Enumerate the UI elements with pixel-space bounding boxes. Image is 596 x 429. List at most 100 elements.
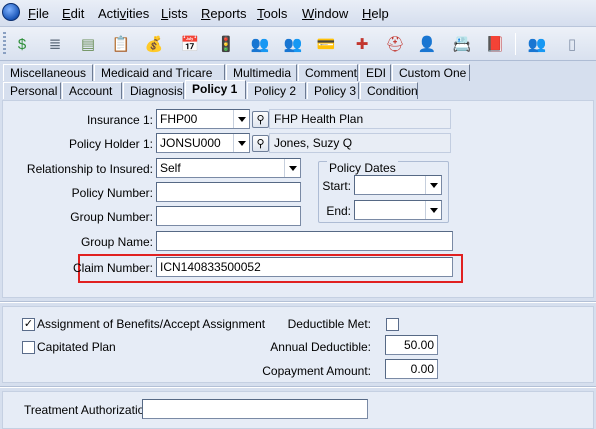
document-stack-icon[interactable]: ≣	[43, 32, 67, 56]
group-number-field[interactable]	[156, 206, 301, 226]
policy-number-label: Policy Number:	[71, 186, 153, 200]
chevron-down-icon	[429, 207, 438, 213]
toolbar-separator	[515, 33, 516, 55]
relationship-select[interactable]: Self	[156, 158, 301, 178]
menu-text: elp	[371, 6, 389, 21]
search-icon: ⚲	[256, 138, 265, 150]
menu-tools[interactable]: Tools	[257, 6, 287, 21]
calendar-icon[interactable]: 📅	[178, 32, 202, 56]
traffic-light-icon[interactable]: 🚦	[214, 32, 238, 56]
money-icon[interactable]: $	[10, 32, 34, 56]
menu-activities[interactable]: Activities	[98, 6, 149, 21]
section-divider	[0, 301, 596, 303]
search-icon: ⚲	[256, 114, 265, 126]
menu-accelerator: F	[28, 6, 36, 21]
doctor-icon[interactable]: 👤	[415, 32, 439, 56]
relationship-dropdown-button[interactable]	[284, 159, 300, 177]
tab-policy-2[interactable]: Policy 2	[247, 82, 306, 99]
tab-medicaid-and-tricare[interactable]: Medicaid and Tricare	[94, 64, 225, 81]
menu-text: dit	[70, 6, 85, 21]
capitated-label: Capitated Plan	[37, 340, 116, 354]
menu-file[interactable]: File	[28, 6, 49, 21]
insurance-label: Insurance 1:	[86, 113, 153, 127]
group-name-field[interactable]	[156, 231, 453, 251]
payment-icon[interactable]: 💰	[142, 32, 166, 56]
door-icon[interactable]: ▯	[560, 32, 584, 56]
first-aid-icon[interactable]: ⛑	[383, 32, 407, 56]
start-date-dropdown-button[interactable]	[425, 176, 441, 194]
menu-edit[interactable]: Edit	[62, 6, 84, 21]
policy-panel: Insurance 1: FHP00 ⚲ FHP Health Plan Pol…	[2, 100, 594, 298]
treatment-authorization-field[interactable]	[142, 399, 368, 419]
start-date-label: Start:	[322, 179, 351, 193]
tab-policy-3[interactable]: Policy 3	[307, 82, 359, 99]
tab-policy-1[interactable]: Policy 1	[185, 80, 246, 99]
end-date-label: End:	[326, 204, 351, 218]
tab-comment[interactable]: Comment	[298, 64, 358, 81]
assignment-checkbox[interactable]: ✓	[22, 318, 35, 331]
annual-deductible-label: Annual Deductible:	[270, 340, 371, 354]
chevron-down-icon	[288, 165, 297, 171]
policy-holder-name-display: Jones, Suzy Q	[269, 133, 451, 153]
deductible-met-label: Deductible Met:	[287, 317, 371, 331]
clipboard-icon[interactable]: 📋	[109, 32, 133, 56]
menu-text: eports	[210, 6, 247, 21]
tab-diagnosis[interactable]: Diagnosis	[123, 82, 184, 99]
medical-icon[interactable]: ✚	[350, 32, 374, 56]
policy-dates-legend: Policy Dates	[327, 161, 398, 175]
tab-personal[interactable]: Personal	[3, 82, 61, 99]
patient-icon[interactable]: 👥	[248, 32, 272, 56]
menu-accelerator: H	[362, 6, 372, 21]
benefits-panel: ✓ Assignment of Benefits/Accept Assignme…	[2, 306, 594, 383]
ledger-icon[interactable]: ▤	[76, 32, 100, 56]
tab-multimedia[interactable]: Multimedia	[226, 64, 297, 81]
group-name-label: Group Name:	[80, 235, 153, 249]
menu-text: ile	[35, 6, 49, 21]
copayment-field[interactable]: 0.00	[385, 359, 438, 379]
card-icon[interactable]: 💳	[314, 32, 338, 56]
insurance-code-value: FHP00	[160, 112, 198, 126]
menu-bar: File Edit Activities Lists Reports Tools Windo…	[0, 0, 596, 27]
relationship-value: Self	[160, 161, 181, 175]
menu-accelerator: R	[201, 6, 211, 21]
deductible-met-checkbox[interactable]	[386, 318, 399, 331]
copayment-label: Copayment Amount:	[262, 364, 371, 378]
menu-text: indow	[314, 6, 349, 21]
users-icon[interactable]: 👥	[525, 32, 549, 56]
toolbar-grip[interactable]	[3, 32, 6, 56]
tab-custom-one[interactable]: Custom One	[392, 64, 470, 81]
policy-holder-dropdown-button[interactable]	[233, 134, 249, 152]
policy-holder-code-value: JONSU000	[160, 136, 221, 150]
book-icon[interactable]: 📕	[483, 32, 507, 56]
insurance-lookup-button[interactable]: ⚲	[252, 111, 269, 128]
provider-icon[interactable]: 👥	[281, 32, 305, 56]
section-divider-2	[0, 386, 596, 388]
chevron-down-icon	[237, 116, 246, 122]
toolbar: $ ≣ ▤ 📋 💰 📅 🚦 👥 👥 💳 ✚ ⛑ 👤 📇 📕 👥 ▯	[0, 27, 596, 61]
menu-text: ists	[168, 6, 188, 21]
end-date-dropdown-button[interactable]	[425, 201, 441, 219]
menu-accelerator: E	[62, 6, 71, 21]
tab-miscellaneous[interactable]: Miscellaneous	[3, 64, 93, 81]
claim-number-field[interactable]: ICN140833500052	[156, 257, 453, 277]
policy-number-field[interactable]	[156, 182, 301, 202]
insurance-name-display: FHP Health Plan	[269, 109, 451, 129]
annual-deductible-field[interactable]: 50.00	[385, 335, 438, 355]
menu-reports[interactable]: Reports	[201, 6, 247, 21]
menu-text: ools	[263, 6, 288, 21]
insurance-dropdown-button[interactable]	[233, 110, 249, 128]
menu-lists[interactable]: Lists	[161, 6, 188, 21]
address-book-icon[interactable]: 📇	[450, 32, 474, 56]
assignment-label: Assignment of Benefits/Accept Assignment	[37, 317, 266, 331]
policy-holder-lookup-button[interactable]: ⚲	[252, 135, 269, 152]
tab-account[interactable]: Account	[62, 82, 122, 99]
treatment-authorization-label: Treatment Authorization:	[24, 403, 155, 417]
capitated-checkbox[interactable]	[22, 341, 35, 354]
menu-help[interactable]: Help	[362, 6, 389, 21]
menu-window[interactable]: Window	[302, 6, 348, 21]
policy-holder-label: Policy Holder 1:	[68, 137, 153, 151]
app-logo-icon[interactable]	[2, 3, 20, 21]
tab-condition[interactable]: Condition	[360, 82, 418, 99]
tab-edi[interactable]: EDI	[359, 64, 391, 81]
menu-accelerator: W	[302, 6, 315, 21]
